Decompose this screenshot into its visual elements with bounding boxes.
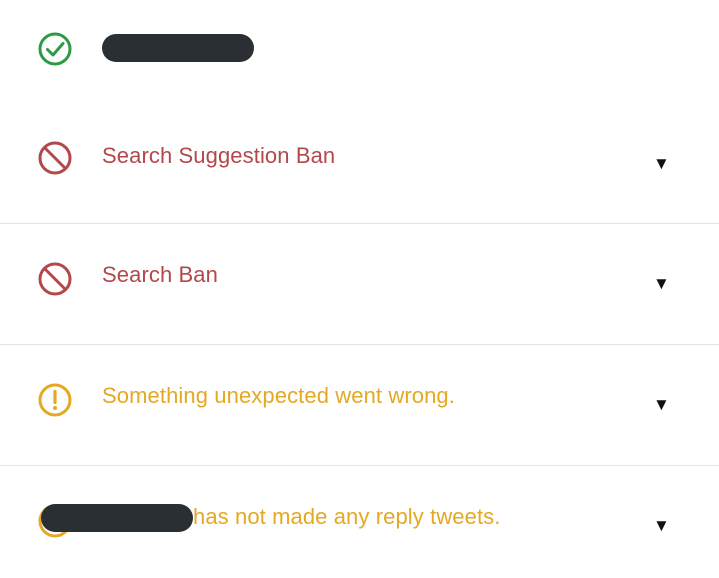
- expand-chevron-icon[interactable]: ▼: [653, 396, 670, 413]
- exclamation-circle-icon: [37, 382, 73, 418]
- result-label: Search Suggestion Ban: [102, 143, 336, 168]
- result-row-search-ban[interactable]: Search Ban ▼: [0, 224, 719, 345]
- expand-chevron-icon[interactable]: ▼: [653, 155, 670, 172]
- result-row-error[interactable]: Something unexpected went wrong. ▼: [0, 345, 719, 466]
- redacted-username: [41, 504, 193, 532]
- result-label: has not made any reply tweets.: [193, 504, 501, 529]
- ban-icon: [37, 140, 73, 176]
- result-label: Search Ban: [102, 262, 218, 287]
- result-row-account-exists: [0, 0, 719, 103]
- result-row-reply-tweets[interactable]: has not made any reply tweets. ▼: [0, 466, 719, 578]
- expand-chevron-icon[interactable]: ▼: [653, 275, 670, 292]
- redacted-username: [102, 34, 254, 62]
- result-label: Something unexpected went wrong.: [102, 383, 455, 408]
- ban-icon: [37, 261, 73, 297]
- expand-chevron-icon[interactable]: ▼: [653, 517, 670, 534]
- check-circle-icon: [37, 31, 73, 67]
- result-row-search-suggestion-ban[interactable]: Search Suggestion Ban ▼: [0, 103, 719, 224]
